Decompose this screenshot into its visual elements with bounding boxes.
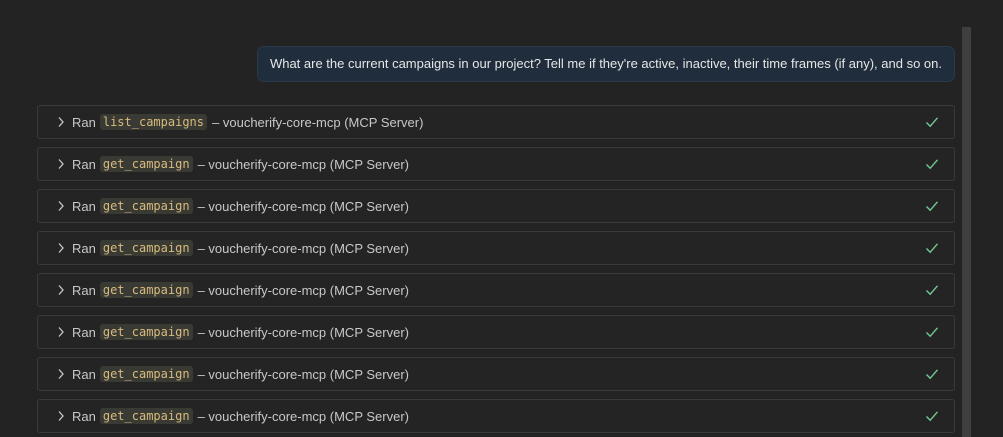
tool-server-label: – voucherify-core-mcp (MCP Server) xyxy=(197,282,409,298)
chevron-right-icon[interactable] xyxy=(56,367,66,381)
tool-call-verb: Ran xyxy=(72,114,96,130)
scrollbar-thumb[interactable] xyxy=(962,27,971,437)
chevron-right-icon[interactable] xyxy=(56,199,66,213)
tool-call-row[interactable]: Ran get_campaign – voucherify-core-mcp (… xyxy=(37,315,955,349)
tool-call-row[interactable]: Ran get_campaign – voucherify-core-mcp (… xyxy=(37,273,955,307)
tool-name: get_campaign xyxy=(99,324,193,340)
chevron-right-icon[interactable] xyxy=(56,283,66,297)
tool-name: get_campaign xyxy=(99,282,193,298)
tool-call-list: Ran list_campaigns – voucherify-core-mcp… xyxy=(37,105,955,437)
tool-name: get_campaign xyxy=(99,156,193,172)
tool-call-row[interactable]: Ran get_campaign – voucherify-core-mcp (… xyxy=(37,231,955,265)
checkmark-icon xyxy=(924,366,940,382)
tool-server-label: – voucherify-core-mcp (MCP Server) xyxy=(197,408,409,424)
checkmark-icon xyxy=(924,408,940,424)
tool-server-label: – voucherify-core-mcp (MCP Server) xyxy=(197,366,409,382)
chevron-right-icon[interactable] xyxy=(56,325,66,339)
checkmark-icon xyxy=(924,240,940,256)
tool-call-verb: Ran xyxy=(72,198,96,214)
tool-call-verb: Ran xyxy=(72,366,96,382)
tool-name: list_campaigns xyxy=(99,114,208,130)
tool-call-row[interactable]: Ran get_campaign – voucherify-core-mcp (… xyxy=(37,147,955,181)
tool-name: get_campaign xyxy=(99,240,193,256)
tool-call-verb: Ran xyxy=(72,240,96,256)
tool-call-verb: Ran xyxy=(72,156,96,172)
checkmark-icon xyxy=(924,282,940,298)
tool-server-label: – voucherify-core-mcp (MCP Server) xyxy=(197,156,409,172)
tool-server-label: – voucherify-core-mcp (MCP Server) xyxy=(212,114,424,130)
tool-name: get_campaign xyxy=(99,198,193,214)
checkmark-icon xyxy=(924,198,940,214)
tool-server-label: – voucherify-core-mcp (MCP Server) xyxy=(197,324,409,340)
checkmark-icon xyxy=(924,324,940,340)
chevron-right-icon[interactable] xyxy=(56,241,66,255)
tool-call-row[interactable]: Ran get_campaign – voucherify-core-mcp (… xyxy=(37,357,955,391)
tool-call-row[interactable]: Ran get_campaign – voucherify-core-mcp (… xyxy=(37,189,955,223)
tool-call-row[interactable]: Ran list_campaigns – voucherify-core-mcp… xyxy=(37,105,955,139)
tool-server-label: – voucherify-core-mcp (MCP Server) xyxy=(197,240,409,256)
checkmark-icon xyxy=(924,114,940,130)
chevron-right-icon[interactable] xyxy=(56,157,66,171)
chevron-right-icon[interactable] xyxy=(56,409,66,423)
chevron-right-icon[interactable] xyxy=(56,115,66,129)
user-message-bubble: What are the current campaigns in our pr… xyxy=(256,46,955,82)
tool-server-label: – voucherify-core-mcp (MCP Server) xyxy=(197,198,409,214)
checkmark-icon xyxy=(924,156,940,172)
tool-call-verb: Ran xyxy=(72,324,96,340)
tool-call-verb: Ran xyxy=(72,408,96,424)
tool-call-row[interactable]: Ran get_campaign – voucherify-core-mcp (… xyxy=(37,399,955,433)
tool-name: get_campaign xyxy=(99,366,193,382)
chat-panel: What are the current campaigns in our pr… xyxy=(0,0,1003,437)
tool-name: get_campaign xyxy=(99,408,193,424)
tool-call-verb: Ran xyxy=(72,282,96,298)
